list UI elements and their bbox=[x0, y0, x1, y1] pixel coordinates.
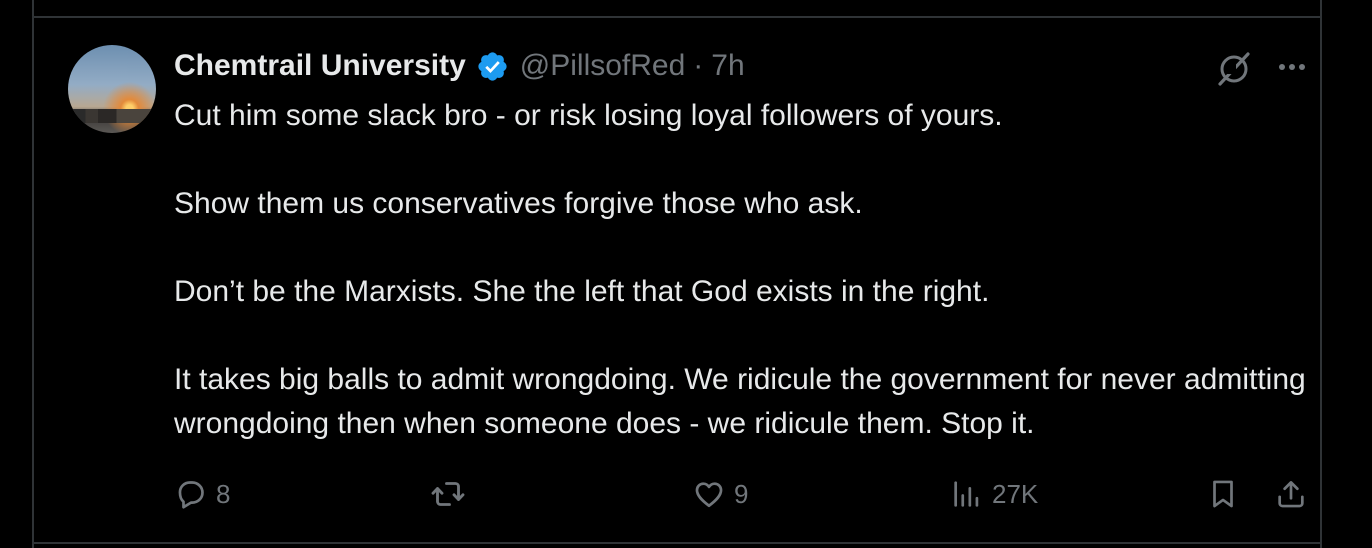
tweet-paragraph-3: Don’t be the Marxists. She the left that… bbox=[174, 275, 990, 308]
heart-icon bbox=[692, 477, 726, 511]
reply-button[interactable]: 8 bbox=[174, 470, 230, 518]
views-button[interactable]: 27K bbox=[950, 470, 1038, 518]
tweet-header: Chemtrail University @PillsofRed · 7h bbox=[174, 48, 745, 84]
views-icon bbox=[950, 477, 984, 511]
top-divider bbox=[34, 16, 1322, 18]
reply-count: 8 bbox=[216, 478, 231, 509]
avatar-skyline bbox=[68, 109, 156, 123]
share-button[interactable] bbox=[1274, 470, 1308, 518]
avatar[interactable] bbox=[68, 45, 156, 133]
author-name[interactable]: Chemtrail University bbox=[174, 49, 466, 83]
bookmark-button[interactable] bbox=[1206, 470, 1240, 518]
post-time[interactable]: 7h bbox=[711, 49, 744, 83]
like-button[interactable]: 9 bbox=[692, 470, 748, 518]
tweet-paragraph-4: It takes big balls to admit wrongdoing. … bbox=[174, 363, 1306, 440]
tweet-paragraph-1: Cut him some slack bro - or risk losing … bbox=[174, 99, 1003, 132]
repost-icon bbox=[430, 476, 466, 512]
author-handle[interactable]: @PillsofRed bbox=[520, 49, 686, 83]
grok-icon[interactable] bbox=[1212, 46, 1256, 90]
reply-icon bbox=[174, 477, 208, 511]
repost-button[interactable] bbox=[430, 470, 466, 518]
action-bar: 8 9 27K bbox=[0, 470, 1372, 518]
verified-badge-icon[interactable] bbox=[476, 50, 509, 83]
bookmark-icon bbox=[1206, 477, 1240, 511]
share-icon bbox=[1274, 477, 1308, 511]
more-icon[interactable] bbox=[1270, 48, 1314, 88]
tweet-text: Cut him some slack bro - or risk losing … bbox=[174, 94, 1314, 446]
header-separator: · bbox=[693, 49, 704, 82]
views-count: 27K bbox=[992, 478, 1039, 509]
bottom-divider bbox=[34, 542, 1322, 544]
like-count: 9 bbox=[734, 478, 749, 509]
tweet-paragraph-2: Show them us conservatives forgive those… bbox=[174, 187, 863, 220]
